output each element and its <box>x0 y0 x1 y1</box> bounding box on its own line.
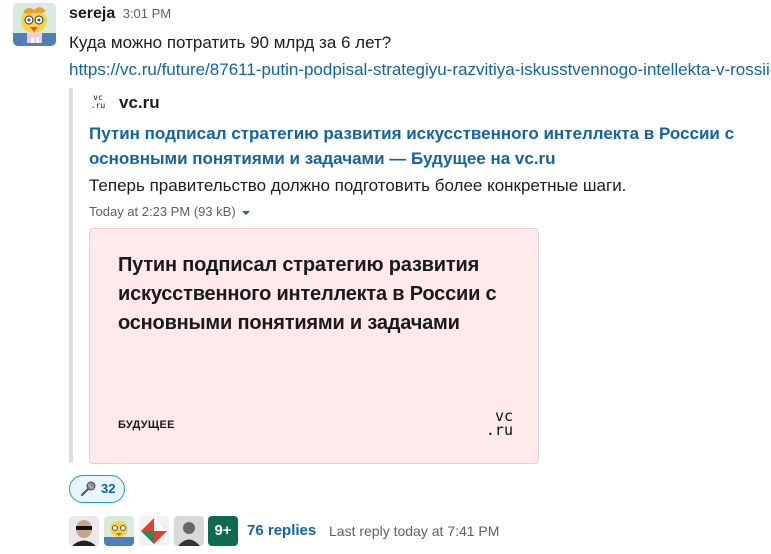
caret-down-icon[interactable] <box>239 208 253 218</box>
preview-section-label: БУДУЩЕЕ <box>118 419 175 431</box>
bw-person-avatar-icon <box>174 516 204 546</box>
preview-headline: Путин подписал стратегию развития искусс… <box>118 254 497 334</box>
microphone-icon <box>81 481 96 496</box>
attachment-accent-bar <box>69 88 73 463</box>
unfurl-description: Теперь правительство должно подготовить … <box>89 176 627 195</box>
message-header: sereja 3:01 PM <box>69 5 171 25</box>
unfurl-title-link[interactable]: Путин подписал стратегию развития искусс… <box>89 121 769 171</box>
site-name: vc.ru <box>119 93 160 112</box>
unfurl-meta: Today at 2:23 PM (93 kB) <box>89 204 253 219</box>
message-link[interactable]: https://vc.ru/future/87611-putin-podpisa… <box>69 60 771 80</box>
message-timestamp[interactable]: 3:01 PM <box>123 6 171 21</box>
message-text: Куда можно потратить 90 млрд за 6 лет? <box>69 33 392 52</box>
site-logo-bottom: .ru <box>90 101 106 110</box>
more-repliers-badge[interactable]: 9+ <box>208 516 238 546</box>
username[interactable]: sereja <box>69 5 115 22</box>
user-avatar[interactable] <box>13 3 56 46</box>
link-preview-image[interactable]: Путин подписал стратегию развития искусс… <box>89 228 539 464</box>
last-reply-time: Last reply today at 7:41 PM <box>329 523 500 539</box>
reaction-count: 32 <box>101 481 116 496</box>
replier-avatar[interactable] <box>104 516 134 546</box>
site-logo: vc .ru <box>89 93 107 112</box>
unfurl-meta-text: Today at 2:23 PM (93 kB) <box>89 204 236 219</box>
preview-site-logo: vc .ru <box>481 409 513 439</box>
sunglasses-man-avatar-icon <box>69 516 99 546</box>
replier-avatar[interactable] <box>69 516 99 546</box>
thread-replies-link[interactable]: 76 replies <box>247 522 316 539</box>
preview-logo-bottom: .ru <box>485 421 513 439</box>
red-logo-avatar-icon <box>139 516 169 546</box>
replier-avatar[interactable] <box>139 516 169 546</box>
cartoon-bird-avatar-icon <box>104 516 134 546</box>
reaction-pill[interactable]: 32 <box>69 475 125 503</box>
cartoon-bird-avatar-icon <box>13 3 56 46</box>
replier-avatar[interactable] <box>174 516 204 546</box>
